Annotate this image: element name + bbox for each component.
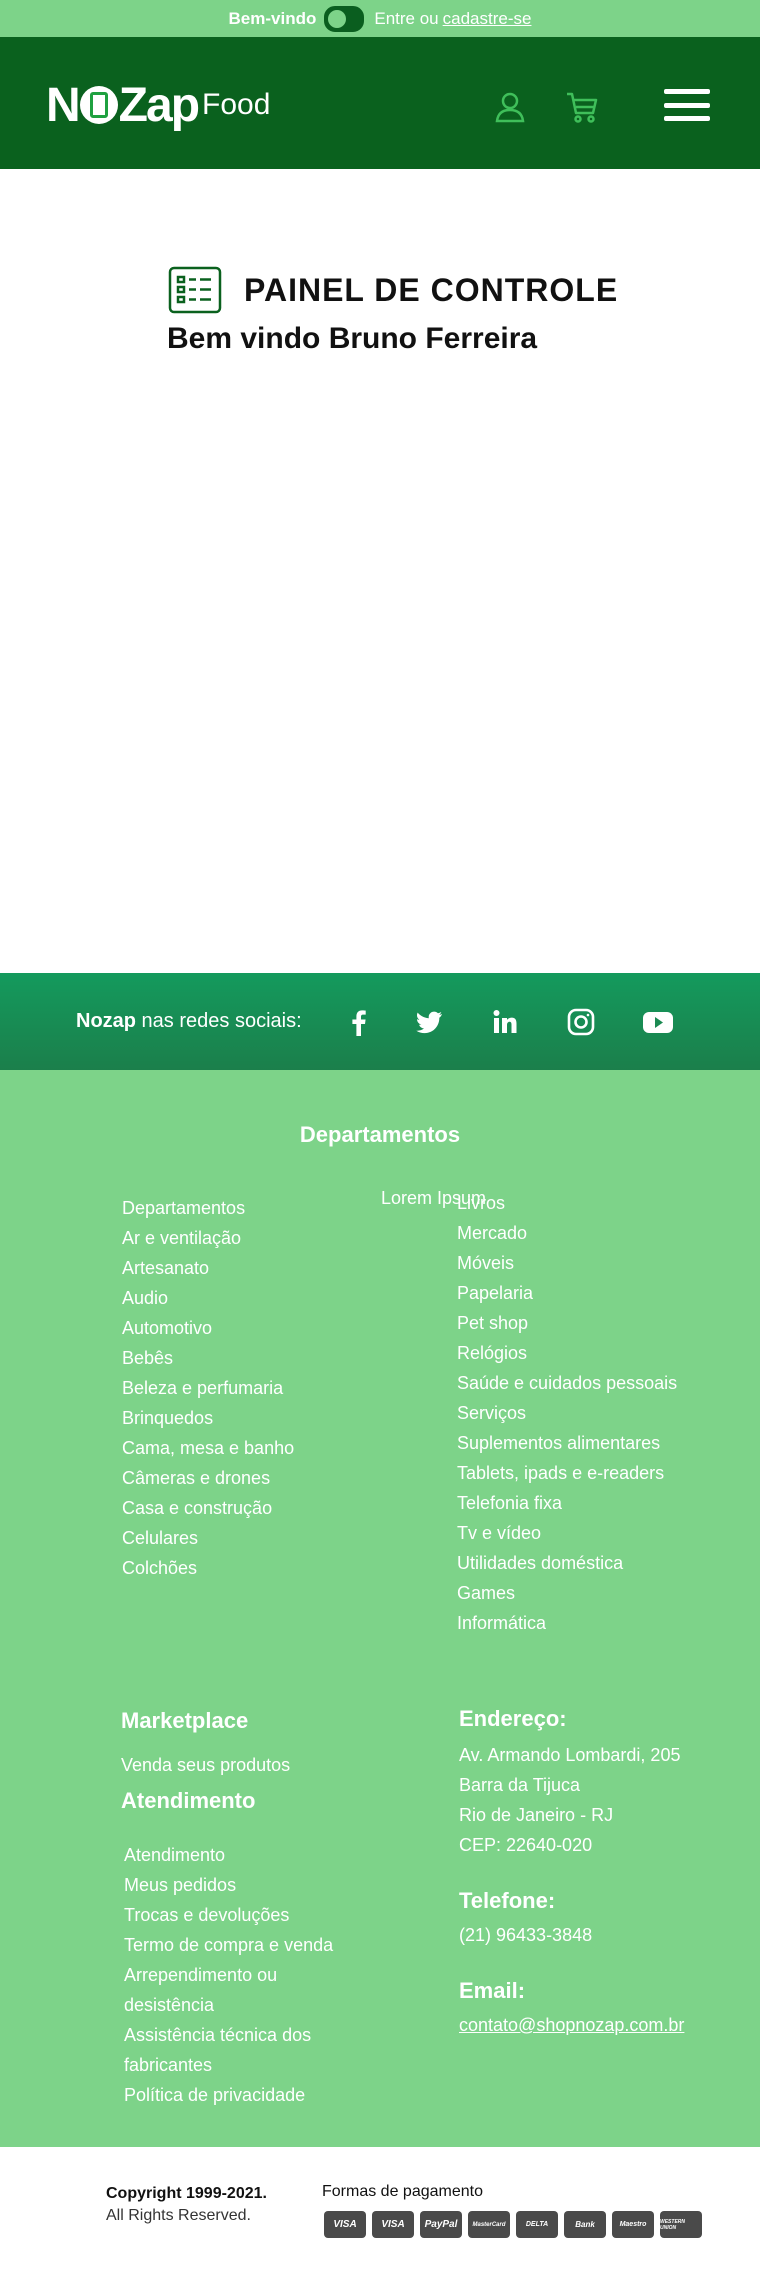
department-link[interactable]: Suplementos alimentares (457, 1428, 677, 1458)
mastercard-icon: MasterCard (468, 2211, 510, 2238)
instagram-icon[interactable] (566, 1007, 596, 1037)
linkedin-icon[interactable] (490, 1007, 520, 1037)
email-title: Email: (459, 1978, 526, 2003)
youtube-icon[interactable] (642, 1007, 674, 1037)
department-link[interactable]: Móveis (457, 1248, 677, 1278)
welcome-user-text: Bem vindo Bruno Ferreira (167, 322, 538, 355)
department-link[interactable]: Ar e ventilação (122, 1223, 294, 1253)
rights-text: All Rights Reserved. (106, 2207, 251, 2224)
phone-icon (79, 86, 118, 124)
bank-icon: Bank (564, 2211, 606, 2238)
welcome-text: Bem-vindo (228, 8, 317, 28)
facebook-icon[interactable] (344, 1007, 374, 1037)
visa-icon: VISA (324, 2211, 366, 2238)
support-link[interactable]: Arrependimento ou (124, 1960, 333, 1990)
support-link[interactable]: Política de privacidade (124, 2080, 333, 2110)
phone-value[interactable]: (21) 96433-3848 (459, 1920, 592, 1950)
support-link[interactable]: Trocas e devoluções (124, 1900, 333, 1930)
cart-icon[interactable] (564, 89, 600, 125)
theme-toggle[interactable] (324, 5, 365, 32)
western-union-icon: WESTERN UNION (660, 2211, 702, 2238)
address-line: CEP: 22640-020 (459, 1835, 593, 1855)
address-line: Av. Armando Lombardi, 205 (459, 1745, 681, 1765)
logo-word-zap: Zap (118, 78, 200, 132)
payment-methods-row: VISA VISA PayPal MasterCard DELTA Bank M… (324, 2211, 702, 2238)
site-footer: Departamentos Lorem Ipsum Departamentos … (0, 1070, 760, 2147)
support-link[interactable]: Meus pedidos (124, 1870, 333, 1900)
social-bar: Nozap nas redes sociais: (0, 973, 760, 1070)
logo-letter-n: N (46, 78, 81, 132)
twitter-icon[interactable] (414, 1007, 444, 1037)
department-link[interactable]: Celulares (122, 1523, 294, 1553)
departments-list-right: Livros Mercado Móveis Papelaria Pet shop… (457, 1188, 677, 1638)
department-link[interactable]: Informática (457, 1608, 677, 1638)
support-link[interactable]: Termo de compra e venda (124, 1930, 333, 1960)
user-icon[interactable] (492, 89, 528, 125)
social-brand: Nozap (76, 1010, 136, 1032)
department-link[interactable]: Tablets, ipads e e-readers (457, 1458, 677, 1488)
department-link[interactable]: Games (457, 1578, 677, 1608)
social-label-text: nas redes sociais: (136, 1010, 302, 1032)
department-link[interactable]: Saúde e cuidados pessoais (457, 1368, 677, 1398)
site-header: N Zap Food (0, 37, 760, 169)
support-title: Atendimento (121, 1788, 256, 1813)
address-line: Barra da Tijuca (459, 1775, 581, 1795)
login-prefix-text[interactable]: Entre ou (374, 9, 438, 29)
departments-list-left: Departamentos Ar e ventilação Artesanato… (122, 1193, 294, 1583)
signup-link[interactable]: cadastre-se (443, 9, 532, 29)
logo-word-food: Food (202, 88, 271, 121)
phone-title: Telefone: (459, 1888, 556, 1913)
delta-icon: DELTA (516, 2211, 558, 2238)
visa-icon: VISA (372, 2211, 414, 2238)
department-link[interactable]: Bebês (122, 1343, 294, 1373)
department-link[interactable]: Câmeras e drones (122, 1463, 294, 1493)
nozap-logo[interactable]: N Zap Food (46, 78, 271, 132)
address-block: Av. Armando Lombardi, 205 Barra da Tijuc… (459, 1740, 680, 1860)
support-link[interactable]: Assistência técnica dos (124, 2020, 333, 2050)
support-list: Atendimento Meus pedidos Trocas e devolu… (124, 1840, 333, 2110)
paypal-icon: PayPal (420, 2211, 462, 2238)
department-link[interactable]: Relógios (457, 1338, 677, 1368)
footer-bottom-bar: Copyright 1999-2021. All Rights Reserved… (0, 2147, 760, 2291)
page-title: PAINEL DE CONTROLE (244, 271, 619, 308)
social-label: Nozap nas redes sociais: (76, 1010, 302, 1033)
department-link[interactable]: Automotivo (122, 1313, 294, 1343)
department-link[interactable]: Mercado (457, 1218, 677, 1248)
department-link[interactable]: Tv e vídeo (457, 1518, 677, 1548)
department-link[interactable]: Brinquedos (122, 1403, 294, 1433)
department-link[interactable]: Serviços (457, 1398, 677, 1428)
dashboard-heading: PAINEL DE CONTROLE (168, 266, 618, 314)
email-link[interactable]: contato@shopnozap.com.br (459, 2015, 684, 2035)
payment-methods-label: Formas de pagamento (322, 2183, 483, 2200)
department-link[interactable]: Casa e construção (122, 1493, 294, 1523)
toggle-knob (328, 9, 347, 28)
support-link[interactable]: fabricantes (124, 2050, 333, 2080)
support-link[interactable]: desistência (124, 1990, 333, 2020)
department-link[interactable]: Departamentos (122, 1193, 294, 1223)
department-link[interactable]: Papelaria (457, 1278, 677, 1308)
department-link[interactable]: Telefonia fixa (457, 1488, 677, 1518)
checklist-icon (168, 266, 222, 314)
address-line: Rio de Janeiro - RJ (459, 1805, 614, 1825)
department-link[interactable]: Beleza e perfumaria (122, 1373, 294, 1403)
sell-products-link[interactable]: Venda seus produtos (121, 1750, 290, 1780)
department-link[interactable]: Audio (122, 1283, 294, 1313)
address-title: Endereço: (459, 1706, 567, 1731)
support-link[interactable]: Atendimento (124, 1840, 333, 1870)
department-link[interactable]: Pet shop (457, 1308, 677, 1338)
department-link[interactable]: Livros (457, 1188, 677, 1218)
department-link[interactable]: Utilidades doméstica (457, 1548, 677, 1578)
maestro-icon: Maestro (612, 2211, 654, 2238)
copyright-text: Copyright 1999-2021. (106, 2185, 267, 2202)
menu-icon[interactable] (664, 89, 710, 121)
departments-title: Departamentos (299, 1122, 461, 1147)
department-link[interactable]: Colchões (122, 1553, 294, 1583)
department-link[interactable]: Cama, mesa e banho (122, 1433, 294, 1463)
top-announcement-bar: Bem-vindo Entre ou cadastre-se (0, 0, 760, 37)
department-link[interactable]: Artesanato (122, 1253, 294, 1283)
marketplace-title: Marketplace (121, 1708, 249, 1733)
